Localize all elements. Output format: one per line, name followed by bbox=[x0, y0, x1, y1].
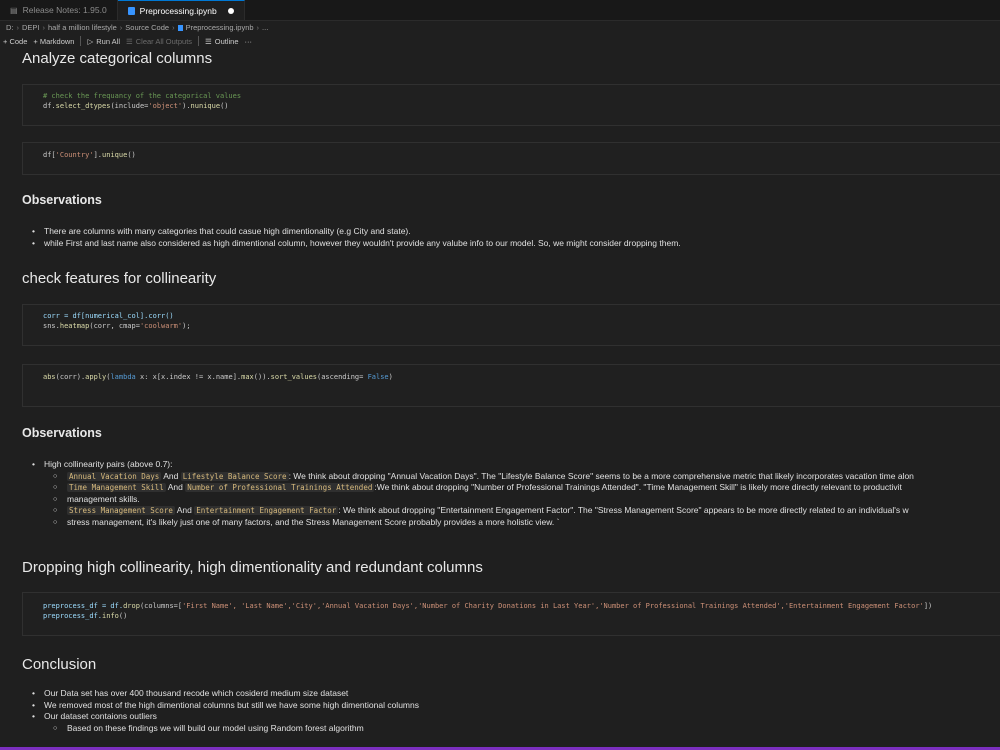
sub-list-item: Stress Management Score And Entertainmen… bbox=[44, 505, 1000, 517]
unsaved-dot-icon[interactable] bbox=[227, 7, 234, 14]
breadcrumb-item[interactable]: Preprocessing.ipynb bbox=[186, 23, 254, 32]
outline-label: Outline bbox=[214, 36, 239, 46]
text: And bbox=[161, 470, 181, 481]
breadcrumb-item[interactable]: D: bbox=[6, 23, 14, 32]
notebook-content[interactable]: Analyze categorical columns # check the … bbox=[0, 48, 1000, 748]
sub-list: Based on these findings we will build ou… bbox=[44, 723, 1000, 735]
editor-tab-bar: ▤ Release Notes: 1.95.0 Preprocessing.ip… bbox=[0, 0, 1000, 21]
outline-icon: ☰ bbox=[205, 36, 212, 46]
chevron-right-icon: › bbox=[16, 23, 20, 32]
chevron-right-icon: › bbox=[119, 23, 123, 32]
outline-button[interactable]: ☰ Outline bbox=[205, 37, 239, 46]
collinearity-observations-list: High collinearity pairs (above 0.7): Ann… bbox=[30, 459, 1000, 528]
tab-label: Preprocessing.ipynb bbox=[139, 5, 217, 16]
clear-outputs-label: Clear All Outputs bbox=[135, 36, 193, 46]
inline-code: Number of Professional Trainings Attende… bbox=[185, 483, 375, 492]
tab-label: Release Notes: 1.95.0 bbox=[22, 5, 107, 15]
text: : We think about dropping "Entertainment… bbox=[338, 505, 909, 515]
breadcrumb: D: › DEPI › half a million lifestyle › Sour… bbox=[0, 21, 1000, 34]
section-heading: Analyze categorical columns bbox=[22, 50, 213, 67]
conclusion-list: Our Data set has over 400 thousand recod… bbox=[30, 688, 1000, 734]
code-editor[interactable]: corr = df[numerical_col].corr() sns.heat… bbox=[43, 311, 191, 331]
code-cell[interactable]: preprocess_df = df.drop(columns=['First … bbox=[22, 592, 1000, 636]
run-icon: ▷ bbox=[87, 36, 94, 46]
tab-preprocessing[interactable]: Preprocessing.ipynb bbox=[117, 0, 245, 20]
clear-icon: ☰ bbox=[126, 36, 133, 46]
clear-outputs-button[interactable]: ☰ Clear All Outputs bbox=[126, 37, 192, 46]
breadcrumb-item[interactable]: Source Code bbox=[125, 23, 169, 32]
chevron-right-icon: › bbox=[172, 23, 175, 32]
run-all-button[interactable]: ▷ Run All bbox=[87, 37, 120, 46]
text: And bbox=[165, 482, 186, 492]
section-heading: Observations bbox=[22, 426, 102, 440]
section-heading: Observations bbox=[22, 193, 102, 207]
list-item: Our Data set has over 400 thousand recod… bbox=[30, 688, 1000, 700]
inline-code: Annual Vacation Days bbox=[67, 471, 162, 481]
list-item: while First and last name also considere… bbox=[30, 238, 1000, 250]
code-editor[interactable]: abs(corr).apply(lambda x: x[x.index != x… bbox=[43, 372, 393, 382]
breadcrumb-item[interactable]: half a million lifestyle bbox=[48, 23, 117, 32]
list-item: High collinearity pairs (above 0.7): Ann… bbox=[30, 459, 1000, 528]
code-cell[interactable]: # check the frequancy of the categorical… bbox=[22, 84, 1000, 126]
sub-list-continuation: management skills. bbox=[44, 494, 1000, 506]
chevron-right-icon: › bbox=[42, 23, 46, 32]
inline-code: Entertainment Engagement Factor bbox=[194, 506, 339, 515]
text: : We think about dropping "Annual Vacati… bbox=[288, 470, 914, 481]
section-heading: Conclusion bbox=[22, 656, 97, 673]
sub-list: Annual Vacation Days And Lifestyle Balan… bbox=[44, 471, 1000, 529]
sub-list-item: Time Management Skill And Number of Prof… bbox=[44, 482, 1000, 494]
notebook-icon bbox=[177, 24, 183, 31]
code-editor[interactable]: preprocess_df = df.drop(columns=['First … bbox=[43, 601, 932, 621]
preview-icon: ▤ bbox=[10, 5, 18, 15]
breadcrumb-item[interactable]: DEPI bbox=[22, 23, 40, 32]
text: And bbox=[174, 505, 195, 515]
text: management skills. bbox=[67, 493, 140, 504]
tab-release-notes[interactable]: ▤ Release Notes: 1.95.0 bbox=[0, 0, 118, 20]
inline-code: Lifestyle Balance Score bbox=[180, 471, 289, 481]
add-code-button[interactable]: + Code bbox=[3, 37, 27, 46]
text: :We think about dropping "Number of Prof… bbox=[374, 482, 902, 492]
add-markdown-button[interactable]: + Markdown bbox=[33, 37, 74, 46]
observations-list: There are columns with many categories t… bbox=[30, 226, 1000, 249]
more-actions-button[interactable]: ··· bbox=[245, 37, 253, 46]
section-heading: Dropping high collinearity, high dimenti… bbox=[22, 559, 483, 576]
notebook-toolbar: + Code + Markdown ▷ Run All ☰ Clear All Ou… bbox=[0, 34, 1000, 48]
list-item: We removed most of the high dimentional … bbox=[30, 700, 1000, 712]
inline-code: Time Management Skill bbox=[67, 483, 166, 492]
breadcrumb-item[interactable]: ... bbox=[262, 23, 268, 32]
toolbar-divider bbox=[80, 36, 82, 46]
code-editor[interactable]: # check the frequancy of the categorical… bbox=[43, 91, 241, 111]
text: stress management, it's likely just one … bbox=[67, 516, 560, 527]
sub-list-continuation: stress management, it's likely just one … bbox=[44, 517, 1000, 529]
sub-list-item: Based on these findings we will build ou… bbox=[44, 723, 1000, 735]
code-cell[interactable]: df['Country'].unique() bbox=[22, 142, 1000, 175]
toolbar-divider bbox=[198, 36, 200, 46]
chevron-right-icon: › bbox=[256, 23, 260, 32]
code-cell[interactable]: corr = df[numerical_col].corr() sns.heat… bbox=[22, 304, 1000, 346]
notebook-icon bbox=[127, 6, 135, 15]
list-item-text: Our dataset contaions outliers bbox=[44, 711, 157, 721]
list-item: Our dataset contaions outliers Based on … bbox=[30, 711, 1000, 734]
run-all-label: Run All bbox=[96, 36, 121, 46]
list-item: There are columns with many categories t… bbox=[30, 226, 1000, 238]
list-item-text: High collinearity pairs (above 0.7): bbox=[44, 459, 173, 469]
sub-list-item: Annual Vacation Days And Lifestyle Balan… bbox=[44, 471, 1000, 483]
code-editor[interactable]: df['Country'].unique() bbox=[43, 150, 136, 160]
code-cell[interactable]: abs(corr).apply(lambda x: x[x.index != x… bbox=[22, 364, 1000, 407]
section-heading: check features for collinearity bbox=[22, 270, 217, 287]
inline-code: Stress Management Score bbox=[67, 506, 175, 515]
